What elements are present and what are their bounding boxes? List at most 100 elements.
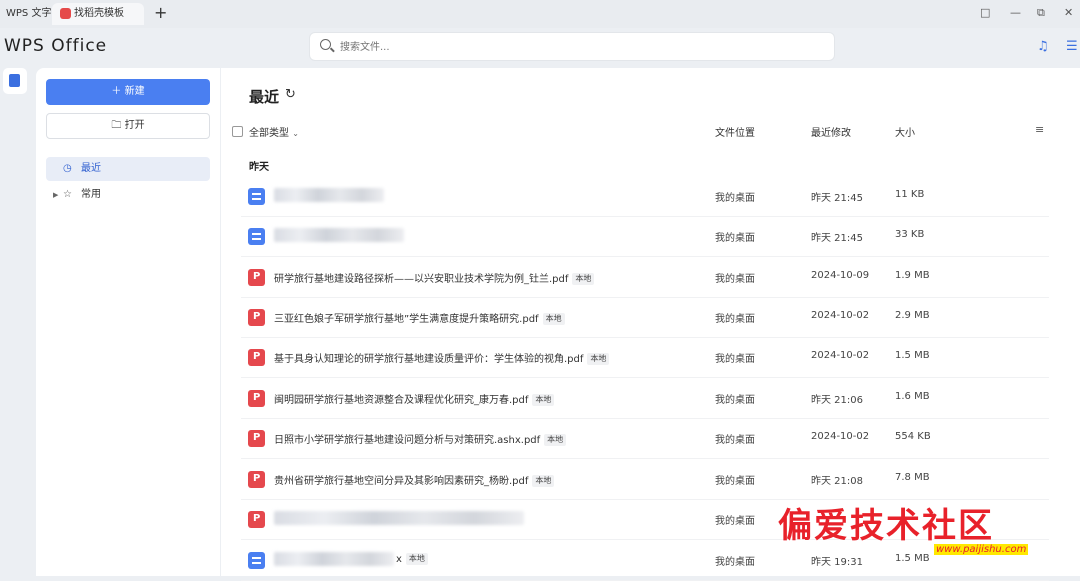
file-location: 我的桌面 xyxy=(715,274,755,285)
file-name-text: 贵州省研学旅行基地空间分异及其影响因素研究_杨盼.pdf xyxy=(274,476,529,487)
tab-wps-writer[interactable]: WPS 文字 xyxy=(0,3,57,25)
file-row[interactable]: 我的桌面 昨天 21:45 33 KB xyxy=(241,216,1049,257)
local-badge: 本地 xyxy=(532,394,555,406)
search-icon xyxy=(320,39,331,50)
settings-icon[interactable]: ☰ xyxy=(1066,39,1078,54)
minimize-button[interactable]: — xyxy=(1010,4,1021,22)
open-button-label: 打开 xyxy=(124,120,145,131)
file-modified: 2024-10-02 xyxy=(811,350,870,361)
file-row[interactable]: 研学旅行基地建设路径探析——以兴安职业技术学院为例_钍兰.pdf本地 我的桌面 20… xyxy=(241,257,1049,298)
file-location: 我的桌面 xyxy=(715,233,755,244)
column-header: 全部类型 ⌄ 文件位置 最近修改 大小 ≡ xyxy=(221,122,1080,142)
file-name: 贵州省研学旅行基地空间分异及其影响因素研究_杨盼.pdf 本地 xyxy=(274,472,555,487)
refresh-icon[interactable]: ↻ xyxy=(285,87,296,102)
add-tab-button[interactable]: + xyxy=(154,2,167,24)
file-location: 我的桌面 xyxy=(715,516,755,527)
left-rail xyxy=(0,66,30,576)
file-size: 7.8 MB xyxy=(895,472,930,483)
pdf-file-icon xyxy=(248,349,265,366)
file-name: x 本地 xyxy=(396,553,428,565)
file-modified: 昨天 21:45 xyxy=(811,193,863,204)
file-location: 我的桌面 xyxy=(715,557,755,568)
file-location: 我的桌面 xyxy=(715,354,755,365)
file-size: 1.9 MB xyxy=(895,270,930,281)
file-modified: 2024-10-02 xyxy=(811,431,870,442)
file-row[interactable]: 三亚红色娘子军研学旅行基地”学生满意度提升策略研究.pdf本地 我的桌面 2024-… xyxy=(241,297,1049,338)
tab-bar: WPS 文字 找稻壳模板 + □ — ⧉ ✕ xyxy=(0,0,1080,28)
file-name: 闽明园研学旅行基地资源整合及课程优化研究_康万春.pdf 本地 xyxy=(274,391,555,406)
column-size[interactable]: 大小 xyxy=(895,124,915,139)
file-size: 1.6 MB xyxy=(895,391,930,402)
chevron-right-icon[interactable]: ▶ xyxy=(53,183,58,207)
documents-rail-button[interactable] xyxy=(3,68,27,94)
device-icon[interactable]: □ xyxy=(980,4,990,22)
close-button[interactable]: ✕ xyxy=(1064,4,1073,22)
group-yesterday: 昨天 xyxy=(249,162,269,173)
doc-file-icon xyxy=(248,552,265,569)
sidebar-item-common[interactable]: ▶ ☆ 常用 xyxy=(46,183,210,207)
search-box[interactable] xyxy=(310,33,834,60)
search-input[interactable] xyxy=(338,37,822,57)
file-row[interactable]: 基于具身认知理论的研学旅行基地建设质量评价：学生体验的视角.pdf本地 我的桌面 2… xyxy=(241,337,1049,378)
list-settings-icon[interactable]: ≡ xyxy=(1035,123,1044,136)
column-location[interactable]: 文件位置 xyxy=(715,124,755,139)
file-modified: 昨天 21:06 xyxy=(811,395,863,406)
file-row[interactable]: 贵州省研学旅行基地空间分异及其影响因素研究_杨盼.pdf本地 我的桌面 昨天 21:… xyxy=(241,459,1049,500)
file-modified: 昨天 21:45 xyxy=(811,233,863,244)
app-logo: WPS Office xyxy=(4,36,108,56)
pdf-file-icon xyxy=(248,511,265,528)
sidebar: ＋ 新建 🗀 打开 ◷ 最近 ▶ ☆ 常用 xyxy=(36,68,220,576)
file-name-text: 基于具身认知理论的研学旅行基地建设质量评价：学生体验的视角.pdf xyxy=(274,354,584,365)
local-badge: 本地 xyxy=(532,475,555,487)
tab-template[interactable]: 找稻壳模板 xyxy=(52,3,144,25)
pdf-file-icon xyxy=(248,269,265,286)
headset-icon[interactable]: ♫ xyxy=(1037,39,1049,54)
file-name-text: 三亚红色娘子军研学旅行基地”学生满意度提升策略研究.pdf xyxy=(274,314,539,325)
file-size: 33 KB xyxy=(895,229,925,240)
local-badge: 本地 xyxy=(587,353,610,365)
select-all-checkbox[interactable] xyxy=(232,126,243,137)
folder-icon: 🗀 xyxy=(111,120,125,131)
file-name: 研学旅行基地建设路径探析——以兴安职业技术学院为例_钍兰.pdf 本地 xyxy=(274,270,595,285)
file-location: 我的桌面 xyxy=(715,314,755,325)
file-location: 我的桌面 xyxy=(715,435,755,446)
file-name-text: 闽明园研学旅行基地资源整合及课程优化研究_康万春.pdf xyxy=(274,395,529,406)
pdf-file-icon xyxy=(248,471,265,488)
file-row[interactable]: 日照市小学研学旅行基地建设问题分析与对策研究.ashx.pdf本地 我的桌面 202… xyxy=(241,418,1049,459)
local-badge: 本地 xyxy=(542,313,565,325)
file-name-text: x xyxy=(396,554,402,565)
file-name: 日照市小学研学旅行基地建设问题分析与对策研究.ashx.pdf 本地 xyxy=(274,431,567,446)
file-modified: 昨天 21:08 xyxy=(811,476,863,487)
redacted-filename xyxy=(274,228,404,242)
sidebar-item-common-label: 常用 xyxy=(81,189,101,200)
file-location: 我的桌面 xyxy=(715,476,755,487)
new-button[interactable]: ＋ 新建 xyxy=(46,79,210,105)
file-modified: 昨天 19:31 xyxy=(811,557,863,568)
file-name-text: 研学旅行基地建设路径探析——以兴安职业技术学院为例_钍兰.pdf xyxy=(274,274,569,285)
local-badge: 本地 xyxy=(572,273,595,285)
redacted-filename xyxy=(274,511,524,525)
document-icon xyxy=(9,74,20,87)
template-icon xyxy=(60,8,71,19)
column-modified[interactable]: 最近修改 xyxy=(811,124,851,139)
sidebar-item-recent-label: 最近 xyxy=(81,163,101,174)
file-size: 2.9 MB xyxy=(895,310,930,321)
app-header: WPS Office ♫ ☰ xyxy=(0,28,1080,66)
local-badge: 本地 xyxy=(544,434,567,446)
plus-icon: ＋ xyxy=(111,86,125,97)
redacted-filename xyxy=(274,552,394,566)
doc-file-icon xyxy=(248,228,265,245)
filter-type-label: 全部类型 xyxy=(249,128,289,139)
file-location: 我的桌面 xyxy=(715,395,755,406)
filter-type-dropdown[interactable]: 全部类型 ⌄ xyxy=(249,124,299,139)
sidebar-item-recent[interactable]: ◷ 最近 xyxy=(46,157,210,181)
open-button[interactable]: 🗀 打开 xyxy=(46,113,210,139)
restore-button[interactable]: ⧉ xyxy=(1037,4,1045,22)
file-modified: 2024-10-09 xyxy=(811,270,870,281)
local-badge: 本地 xyxy=(405,553,428,565)
file-row[interactable]: 闽明园研学旅行基地资源整合及课程优化研究_康万春.pdf本地 我的桌面 昨天 21:… xyxy=(241,378,1049,419)
watermark-url: www.paijishu.com xyxy=(934,544,1029,555)
doc-file-icon xyxy=(248,188,265,205)
file-row[interactable]: 我的桌面 昨天 21:45 11 KB xyxy=(241,176,1049,217)
pdf-file-icon xyxy=(248,390,265,407)
